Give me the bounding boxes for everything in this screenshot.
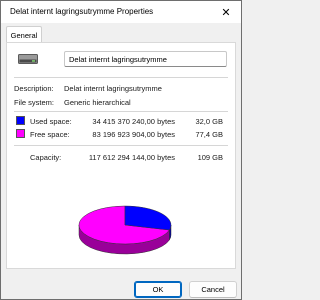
free-space-bytes: 83 196 923 904,00 bytes [92,130,175,139]
used-space-bytes: 34 415 370 240,00 bytes [92,117,175,126]
separator-top [14,77,228,78]
title-bar: Delat internt lagringsutrymme Properties… [1,1,241,23]
usage-pie-chart [78,205,172,255]
general-panel: Description: Delat internt lagringsutrym… [6,42,236,269]
window-title: Delat internt lagringsutrymme Properties [10,7,154,16]
tab-general[interactable]: General [6,26,42,43]
drive-icon [18,54,38,64]
filesystem-value: Generic hierarchical [64,98,131,107]
ok-button[interactable]: OK [134,281,182,298]
cancel-button[interactable]: Cancel [189,281,237,298]
used-space-size: 32,0 GB [195,117,223,126]
capacity-label: Capacity: [30,153,62,162]
volume-name-field[interactable] [64,51,227,67]
capacity-size: 109 GB [197,153,223,162]
separator-middle [14,111,228,112]
used-space-label: Used space: [30,117,72,126]
separator-bottom [14,145,228,146]
description-label: Description: [14,84,54,93]
used-space-swatch [16,116,25,125]
properties-window: Delat internt lagringsutrymme Properties… [0,0,242,300]
free-space-size: 77,4 GB [195,130,223,139]
free-space-label: Free space: [30,130,70,139]
description-value: Delat internt lagringsutrymme [64,84,162,93]
free-space-swatch [16,129,25,138]
tab-strip: General [1,23,241,43]
close-button[interactable]: ✕ [211,1,241,23]
capacity-bytes: 117 612 294 144,00 bytes [88,153,175,162]
filesystem-label: File system: [14,98,55,107]
